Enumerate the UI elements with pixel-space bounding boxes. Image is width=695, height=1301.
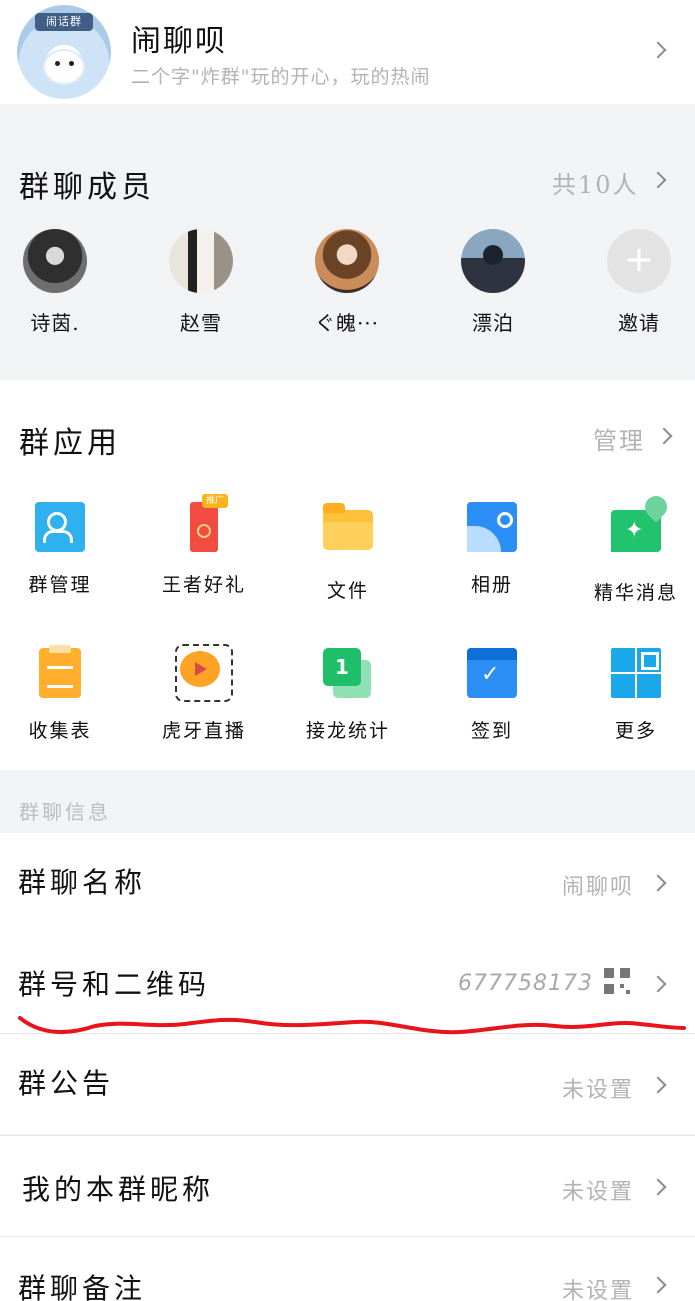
row-value: 闹聊呗 [562,875,635,900]
group-apps-section: 群应用 管理 群管理 推广 王者好礼 文件 相册 精华消息 收集表 虎牙直播 1… [0,380,695,770]
chevron-right-icon[interactable] [655,427,673,445]
app-album[interactable]: 相册 [427,502,557,597]
app-essence[interactable]: 精华消息 [571,502,695,605]
tiger-live-icon [175,644,233,702]
chevron-right-icon[interactable] [649,171,667,189]
invite-avatar: + [607,229,671,293]
row-label: 群聊名称 [18,866,147,899]
chevron-right-icon [649,41,667,59]
row-label: 群公告 [18,1067,115,1100]
form-icon [39,645,81,698]
app-label: 文件 [326,580,369,602]
row-group-name[interactable]: 群聊名称 闹聊呗 [0,833,695,933]
app-group-manage[interactable]: 群管理 [0,502,125,597]
group-manage-icon [35,502,85,552]
qr-code-icon[interactable] [604,968,630,994]
app-label: 接龙统计 [305,720,390,742]
app-more[interactable]: 更多 [571,648,695,743]
app-label: 王者好礼 [161,574,246,596]
apps-manage-link[interactable]: 管理 [593,421,645,456]
member-item[interactable]: 赵雪 [151,229,251,336]
app-label: 相册 [470,574,513,596]
chevron-right-icon [649,975,667,993]
relay-count-icon: 1 [323,648,373,698]
app-checkin[interactable]: 签到 [427,648,557,743]
plus-icon: + [623,239,655,280]
app-label: 签到 [470,720,513,742]
essence-message-icon [611,510,661,552]
member-item[interactable]: 漂泊 [443,229,543,336]
folder-icon [323,503,373,550]
members-section: 群聊成员 共10人 诗茵. 赵雪 ぐ魄··· 漂泊 + 邀请 [0,104,695,380]
red-annotation-underline [18,1016,686,1035]
member-name: 漂泊 [472,311,514,335]
row-value: 未设置 [562,1180,635,1205]
app-label: 更多 [614,720,657,742]
app-relay-count[interactable]: 1 接龙统计 [283,648,413,743]
gift-icon: 推广 [190,494,228,552]
app-label: 虎牙直播 [161,720,246,742]
app-label: 精华消息 [593,582,678,604]
group-description: 二个字"炸群"玩的开心，玩的热闹 [131,66,431,88]
group-avatar[interactable]: 闹话群 [17,5,111,99]
row-label: 我的本群昵称 [22,1173,215,1206]
group-avatar-badge: 闹话群 [35,13,93,31]
row-label: 群聊备注 [18,1272,147,1301]
app-collect-form[interactable]: 收集表 [0,645,125,743]
chevron-right-icon [649,874,667,892]
apps-title: 群应用 [19,426,121,461]
app-label: 群管理 [28,574,92,596]
more-grid-icon [611,648,661,698]
group-number: 677758173 [458,971,593,996]
photo-album-icon [467,502,517,552]
member-item[interactable]: 诗茵. [5,229,105,336]
bear-illustration [43,49,85,85]
row-value: 未设置 [562,1279,635,1301]
invite-label: 邀请 [618,311,660,335]
group-header[interactable]: 闹话群 闹聊呗 二个字"炸群"玩的开心，玩的热闹 [0,0,695,104]
chevron-right-icon [649,1276,667,1294]
member-name: ぐ魄··· [314,311,380,335]
row-my-nickname[interactable]: 我的本群昵称 未设置 [0,1136,695,1236]
app-files[interactable]: 文件 [283,502,413,603]
member-avatar [169,229,233,293]
member-avatar [461,229,525,293]
members-title: 群聊成员 [19,170,155,205]
checkin-icon [467,648,517,698]
member-name: 诗茵. [30,311,80,335]
member-count[interactable]: 共10人 [552,165,639,200]
row-value: 未设置 [562,1078,635,1103]
app-label: 收集表 [28,720,92,742]
member-item[interactable]: ぐ魄··· [297,229,397,336]
group-info-title: 群聊信息 [19,800,111,824]
chevron-right-icon [649,1076,667,1094]
member-avatar [315,229,379,293]
member-name: 赵雪 [180,311,222,335]
group-info-header: 群聊信息 [0,770,695,833]
invite-button[interactable]: + 邀请 [589,229,689,336]
member-avatar [23,229,87,293]
chevron-right-icon [649,1178,667,1196]
group-name: 闹聊呗 [131,24,227,59]
row-label: 群号和二维码 [18,968,211,1001]
row-group-remark[interactable]: 群聊备注 未设置 [0,1237,695,1301]
app-wangzhe-gift[interactable]: 推广 王者好礼 [139,494,269,597]
app-huya-live[interactable]: 虎牙直播 [139,644,269,743]
promo-badge: 推广 [202,494,228,508]
